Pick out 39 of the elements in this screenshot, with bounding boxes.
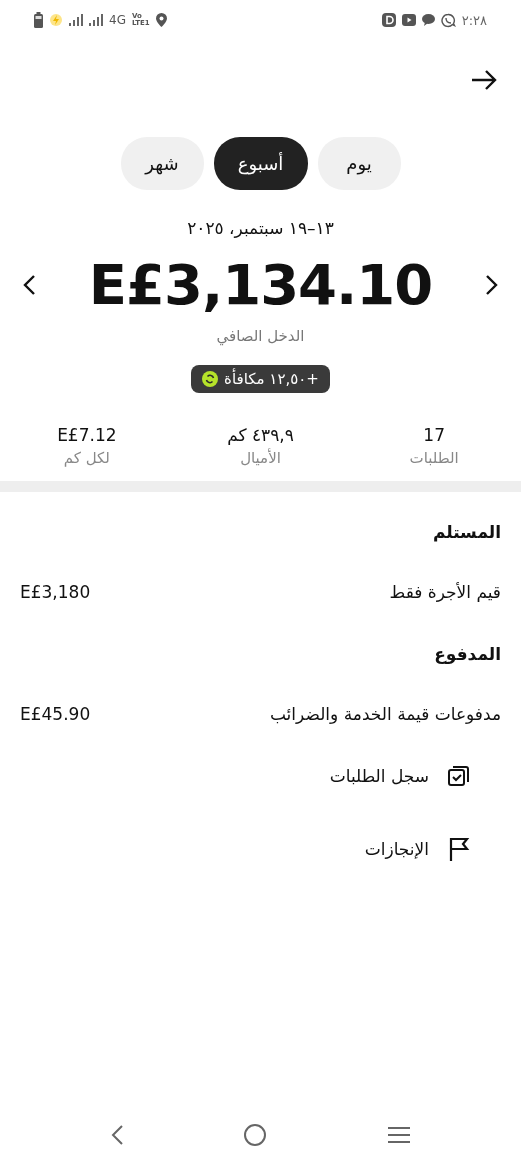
forward-arrow-icon[interactable]: [471, 69, 497, 91]
stat-value: 17: [422, 425, 446, 445]
app-icon: [381, 13, 396, 27]
phone-chat-icon: [440, 12, 456, 28]
row-value: E£3,180: [20, 582, 91, 602]
network-type: 4G: [109, 13, 126, 27]
row-label: قيم الأجرة فقط: [389, 582, 501, 602]
row-value: E£45.90: [20, 704, 91, 724]
menu-icon[interactable]: [387, 1125, 412, 1144]
battery-icon: [34, 12, 43, 28]
signal-icon: [69, 14, 83, 26]
chat-icon: [421, 14, 435, 26]
stat-value: E£7.12: [56, 425, 118, 445]
row-label: مدفوعات قيمة الخدمة والضرائب: [269, 704, 501, 724]
menu-link[interactable]: الإنجازات: [364, 839, 429, 859]
period-tab[interactable]: شهر: [120, 137, 204, 190]
bonus-badge: +١٢,٥٠ مكافأة: [191, 365, 330, 393]
section-title: المستلم: [431, 522, 501, 542]
flag-icon: [447, 836, 471, 862]
net-income-label: الدخل الصافي: [215, 327, 306, 345]
stat-label: الأميال: [239, 449, 282, 467]
location-icon: [155, 13, 167, 27]
checklist-icon: [447, 764, 471, 788]
section-title: المدفوع: [433, 644, 501, 664]
charging-icon: [49, 13, 63, 27]
date-range: ١٣–١٩ سبتمبر، ٢٠٢٥: [186, 218, 335, 238]
video-icon: [401, 14, 416, 26]
clock: ٢:٢٨: [461, 12, 487, 28]
bonus-icon: [202, 371, 219, 387]
back-icon[interactable]: [109, 1123, 124, 1146]
period-tab[interactable]: يوم: [317, 137, 401, 190]
stat-label: لكل كم: [62, 449, 111, 467]
period-tab[interactable]: أسبوع: [213, 137, 308, 190]
net-income-amount: E£3,134.10: [88, 252, 433, 317]
stat-value: ٤٣٩,٩ كم: [226, 425, 295, 445]
signal-icon: [89, 14, 103, 26]
stat-label: الطلبات: [408, 449, 460, 467]
menu-link[interactable]: سجل الطلبات: [329, 766, 429, 786]
home-icon[interactable]: [243, 1122, 268, 1147]
